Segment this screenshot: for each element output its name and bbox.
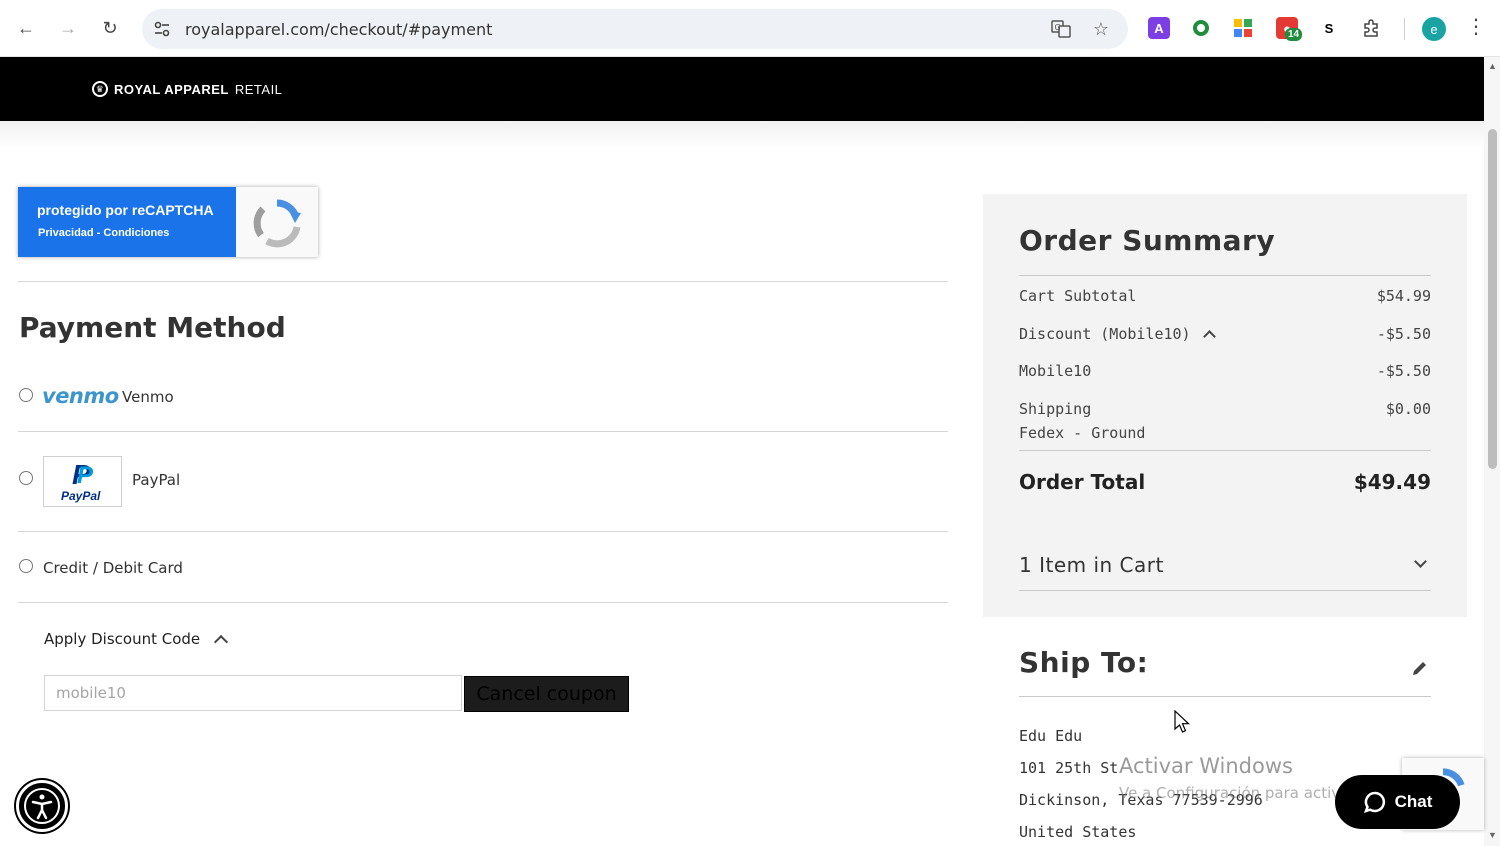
chat-label: Chat [1394, 792, 1433, 811]
summary-row-label: Mobile10 [1019, 362, 1092, 380]
reload-icon[interactable]: ↻ [96, 14, 124, 42]
url-text[interactable]: royalapparel.com/checkout/#payment [185, 20, 492, 39]
summary-row-discount[interactable]: Discount (Mobile10) -$5.50 [1019, 325, 1431, 343]
extension-grid-icon[interactable] [1232, 17, 1254, 39]
section-divider [18, 281, 948, 282]
summary-row-value: $54.99 [1376, 287, 1431, 305]
recaptcha-panel: protegido por reCAPTCHA Privacidad - Con… [18, 187, 236, 257]
svg-text:G: G [1055, 23, 1061, 32]
recaptcha-protected-text: protegido por reCAPTCHA [37, 202, 214, 218]
method-divider [18, 531, 948, 532]
forward-arrow-icon[interactable]: → [54, 14, 82, 42]
site-settings-icon[interactable] [152, 19, 172, 39]
venmo-logo: venmo [42, 384, 119, 408]
card-label[interactable]: Credit / Debit Card [43, 559, 183, 577]
browser-toolbar: ← → ↻ royalapparel.com/checkout/#payment… [0, 0, 1500, 57]
recaptcha-widget: protegido por reCAPTCHA Privacidad - Con… [18, 187, 318, 257]
card-radio[interactable] [19, 559, 33, 573]
ship-to-street: 101 25th St [1019, 759, 1119, 777]
translate-icon[interactable]: G [1050, 18, 1072, 40]
summary-row-value: $0.00 [1385, 400, 1431, 418]
brand-name-bold: ROYAL APPAREL [114, 81, 229, 97]
chevron-down-icon [1414, 555, 1427, 568]
order-total-row: Order Total $49.49 [1019, 470, 1431, 494]
scroll-down-arrow-icon[interactable]: ▼ [1488, 830, 1497, 840]
paypal-logo: P P PayPal [43, 456, 122, 507]
page-scrollbar[interactable]: ▲ ▼ [1484, 57, 1500, 846]
brand-logo[interactable]: ♛ ROYAL APPAREL RETAIL [92, 81, 282, 97]
chat-button[interactable]: Chat [1335, 775, 1460, 829]
accessibility-icon [24, 788, 60, 824]
method-divider [18, 431, 948, 432]
bookmark-star-icon[interactable]: ☆ [1090, 18, 1112, 40]
chevron-up-icon[interactable] [1202, 330, 1216, 343]
summary-row-coupon: Mobile10 -$5.50 [1019, 362, 1431, 380]
ship-to-country: United States [1019, 823, 1137, 841]
order-total-label: Order Total [1019, 470, 1146, 494]
coupon-code-value: mobile10 [56, 684, 126, 702]
summary-divider [1019, 590, 1431, 591]
chevron-up-icon [214, 634, 229, 650]
windows-activation-title: Activar Windows [1119, 754, 1293, 778]
paypal-logo-text: PayPal [61, 489, 101, 503]
order-summary-title: Order Summary [1019, 224, 1276, 257]
extensions-puzzle-icon[interactable] [1360, 17, 1382, 39]
method-divider [18, 602, 948, 603]
apply-discount-label: Apply Discount Code [44, 630, 201, 648]
scroll-up-arrow-icon[interactable]: ▲ [1488, 61, 1497, 71]
toolbar-separator [1404, 18, 1405, 40]
crown-icon: ♛ [92, 81, 108, 97]
site-header: ♛ ROYAL APPAREL RETAIL [0, 57, 1484, 121]
venmo-radio[interactable] [19, 388, 33, 402]
ship-to-title: Ship To: [1019, 646, 1149, 679]
extension-badge: 14 [1285, 28, 1303, 41]
brand-name-light: RETAIL [234, 81, 283, 97]
chat-bubble-icon [1363, 791, 1385, 813]
extension-green-icon[interactable] [1190, 17, 1212, 39]
items-in-cart-toggle[interactable]: 1 Item in Cart [1019, 553, 1431, 577]
back-arrow-icon[interactable]: ← [12, 14, 40, 42]
mouse-cursor-icon [1174, 710, 1190, 733]
venmo-label[interactable]: Venmo [122, 388, 174, 406]
payment-method-title: Payment Method [19, 311, 286, 344]
summary-divider [1019, 275, 1431, 276]
ship-to-divider [1019, 696, 1431, 697]
cancel-coupon-button[interactable]: Cancel coupon [464, 676, 629, 712]
summary-row-value: -$5.50 [1376, 325, 1431, 343]
profile-avatar[interactable]: e [1422, 17, 1446, 41]
ship-to-name: Edu Edu [1019, 727, 1083, 745]
browser-menu-icon[interactable]: ⋮ [1466, 14, 1486, 39]
summary-row-shipping: Shipping Fedex - Ground $0.00 [1019, 400, 1431, 442]
apply-discount-toggle[interactable]: Apply Discount Code [44, 630, 229, 650]
paypal-p-overlay-icon: P [77, 462, 94, 489]
paypal-label[interactable]: PayPal [132, 471, 180, 489]
summary-row-subtotal: Cart Subtotal $54.99 [1019, 287, 1431, 305]
shipping-method: Fedex - Ground [1019, 424, 1146, 442]
summary-divider [1019, 450, 1431, 451]
summary-row-label: Cart Subtotal [1019, 287, 1137, 305]
order-total-value: $49.49 [1353, 470, 1431, 494]
items-in-cart-label: 1 Item in Cart [1019, 553, 1164, 577]
order-summary-panel: Order Summary Cart Subtotal $54.99 Disco… [983, 194, 1467, 617]
recaptcha-privacy-links[interactable]: Privacidad - Condiciones [38, 227, 169, 239]
edit-pencil-icon[interactable] [1410, 658, 1430, 678]
summary-row-value: -$5.50 [1376, 362, 1431, 380]
paypal-radio[interactable] [19, 471, 33, 485]
scrollbar-thumb[interactable] [1488, 129, 1497, 469]
address-bar[interactable]: royalapparel.com/checkout/#payment G ☆ [142, 9, 1128, 49]
header-shadow [0, 121, 1484, 149]
recaptcha-logo-icon [253, 199, 301, 248]
accessibility-button[interactable] [16, 780, 68, 832]
extension-s-icon[interactable]: S [1318, 17, 1340, 39]
extension-a-icon[interactable]: A [1148, 17, 1170, 39]
summary-row-label: Discount (Mobile10) [1019, 325, 1191, 343]
coupon-code-input[interactable]: mobile10 [44, 675, 462, 711]
summary-row-label: Shipping [1019, 400, 1092, 418]
